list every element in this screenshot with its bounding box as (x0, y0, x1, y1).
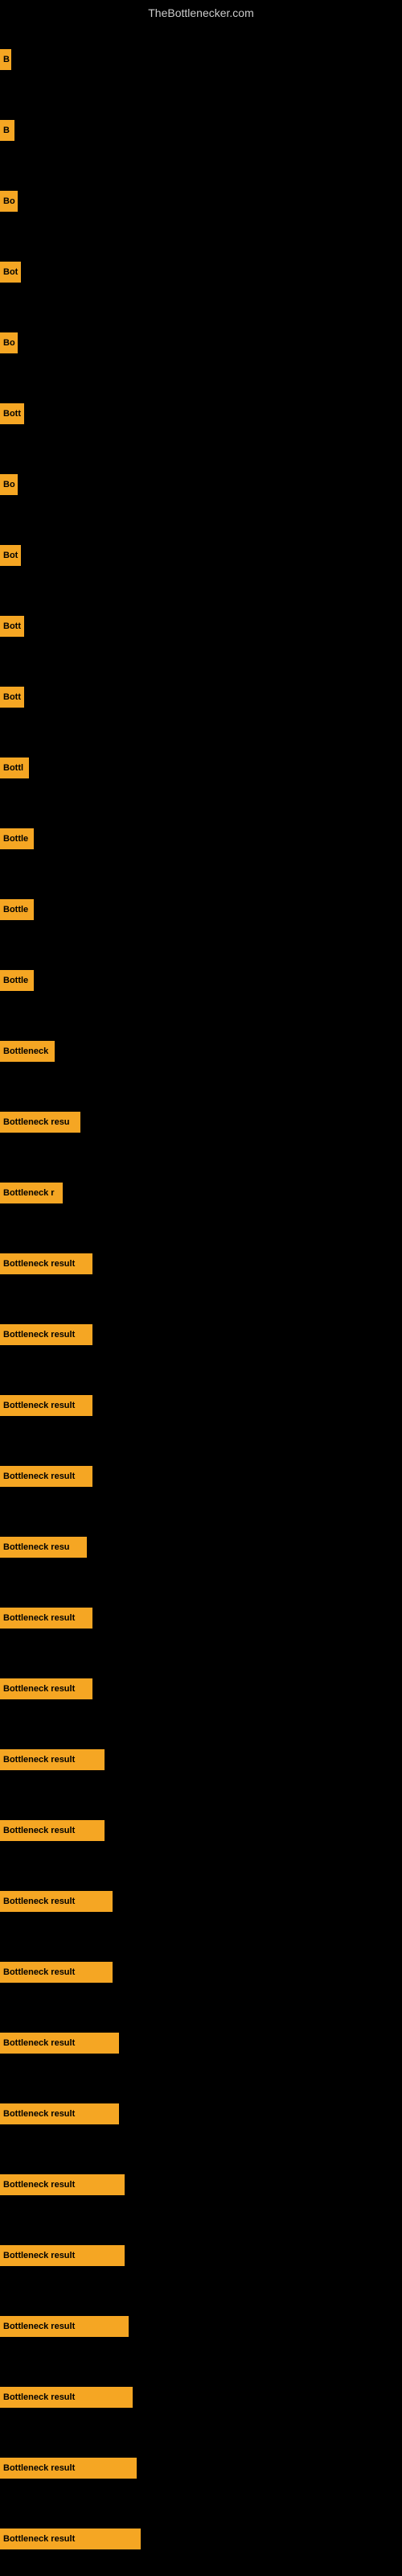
bar-row: Bottleneck resu (0, 1512, 402, 1583)
bar-row: Bot (0, 237, 402, 308)
bottleneck-bar-label: Bottleneck result (0, 2033, 119, 2054)
bar-row: Bottleneck result (0, 2008, 402, 2079)
bar-row: Bottle (0, 874, 402, 945)
bar-row: Bottleneck resu (0, 1087, 402, 1158)
bar-row: Bottleneck result (0, 2362, 402, 2433)
bar-row: Bottleneck result (0, 1228, 402, 1299)
bar-row: Bottleneck result (0, 1937, 402, 2008)
bottleneck-bar-label: Bottleneck result (0, 2103, 119, 2124)
bar-row: Bottleneck result (0, 1370, 402, 1441)
bar-row: Bo (0, 449, 402, 520)
bar-row: Bottleneck result (0, 2149, 402, 2220)
bar-row: Bot (0, 520, 402, 591)
bar-row: Bottleneck (0, 1016, 402, 1087)
bottleneck-bar-label: Bottleneck result (0, 2174, 125, 2195)
bar-row: Bottleneck result (0, 2220, 402, 2291)
bottleneck-bar-label: Bottleneck result (0, 1608, 92, 1629)
bottleneck-bar-label: Bottleneck result (0, 1253, 92, 1274)
bar-row: Bottle (0, 803, 402, 874)
bar-row: Bottleneck result (0, 1866, 402, 1937)
bottleneck-bar-label: Bottleneck result (0, 1466, 92, 1487)
bottleneck-bar-label: Bott (0, 616, 24, 637)
bar-row: Bottl (0, 733, 402, 803)
bottleneck-bar-label: Bottleneck r (0, 1183, 63, 1203)
bottleneck-bar-label: Bottleneck (0, 1041, 55, 1062)
bottleneck-bar-label: Bottleneck result (0, 2387, 133, 2408)
bottleneck-bar-label: Bottle (0, 828, 34, 849)
bar-row: Bottleneck result (0, 1583, 402, 1653)
bar-row: Bo (0, 166, 402, 237)
bottleneck-bar-label: Bottleneck result (0, 2458, 137, 2479)
bottleneck-bar-label: Bottleneck result (0, 2529, 141, 2549)
bottleneck-bar-label: Bottleneck result (0, 1395, 92, 1416)
site-title: TheBottlenecker.com (0, 0, 402, 23)
bar-row: B (0, 24, 402, 95)
bar-row: Bottleneck result (0, 1299, 402, 1370)
bar-row: Bott (0, 591, 402, 662)
bottleneck-bar-label: Bott (0, 687, 24, 708)
bar-row: Bottleneck result (0, 1441, 402, 1512)
bar-row: Bottleneck result (0, 2433, 402, 2504)
bar-row: B (0, 95, 402, 166)
bottleneck-bar-label: Bo (0, 332, 18, 353)
bar-row: Bottleneck result (0, 2504, 402, 2574)
bottleneck-bar-label: Bottl (0, 758, 29, 778)
bar-row: Bottleneck result (0, 2291, 402, 2362)
bottleneck-bar-label: Bottleneck result (0, 1749, 105, 1770)
bottleneck-bar-label: Bottleneck result (0, 1678, 92, 1699)
bar-row: Bottleneck result (0, 1724, 402, 1795)
bottleneck-bar-label: Bottleneck result (0, 1324, 92, 1345)
bars-container: B B Bo Bot Bo Bott Bo Bot Bott Bott Bottl Bottle Bot… (0, 24, 402, 2574)
bottleneck-bar-label: B (0, 120, 14, 141)
bar-row: Bottle (0, 945, 402, 1016)
bottleneck-bar-label: Bottle (0, 970, 34, 991)
bottleneck-bar-label: Bottleneck result (0, 1962, 113, 1983)
bottleneck-bar-label: Bottleneck result (0, 1820, 105, 1841)
bar-row: Bottleneck r (0, 1158, 402, 1228)
bar-row: Bott (0, 378, 402, 449)
bottleneck-bar-label: Bot (0, 262, 21, 283)
bar-row: Bottleneck result (0, 1653, 402, 1724)
bottleneck-bar-label: Bottleneck result (0, 2316, 129, 2337)
bar-row: Bottleneck result (0, 1795, 402, 1866)
bottleneck-bar-label: Bottle (0, 899, 34, 920)
bar-row: Bott (0, 662, 402, 733)
bottleneck-bar-label: B (0, 49, 11, 70)
bottleneck-bar-label: Bo (0, 474, 18, 495)
bottleneck-bar-label: Bot (0, 545, 21, 566)
bottleneck-bar-label: Bottleneck resu (0, 1537, 87, 1558)
bottleneck-bar-label: Bo (0, 191, 18, 212)
bar-row: Bottleneck result (0, 2079, 402, 2149)
bottleneck-bar-label: Bottleneck result (0, 2245, 125, 2266)
bar-row: Bo (0, 308, 402, 378)
bottleneck-bar-label: Bottleneck resu (0, 1112, 80, 1133)
bottleneck-bar-label: Bott (0, 403, 24, 424)
bottleneck-bar-label: Bottleneck result (0, 1891, 113, 1912)
